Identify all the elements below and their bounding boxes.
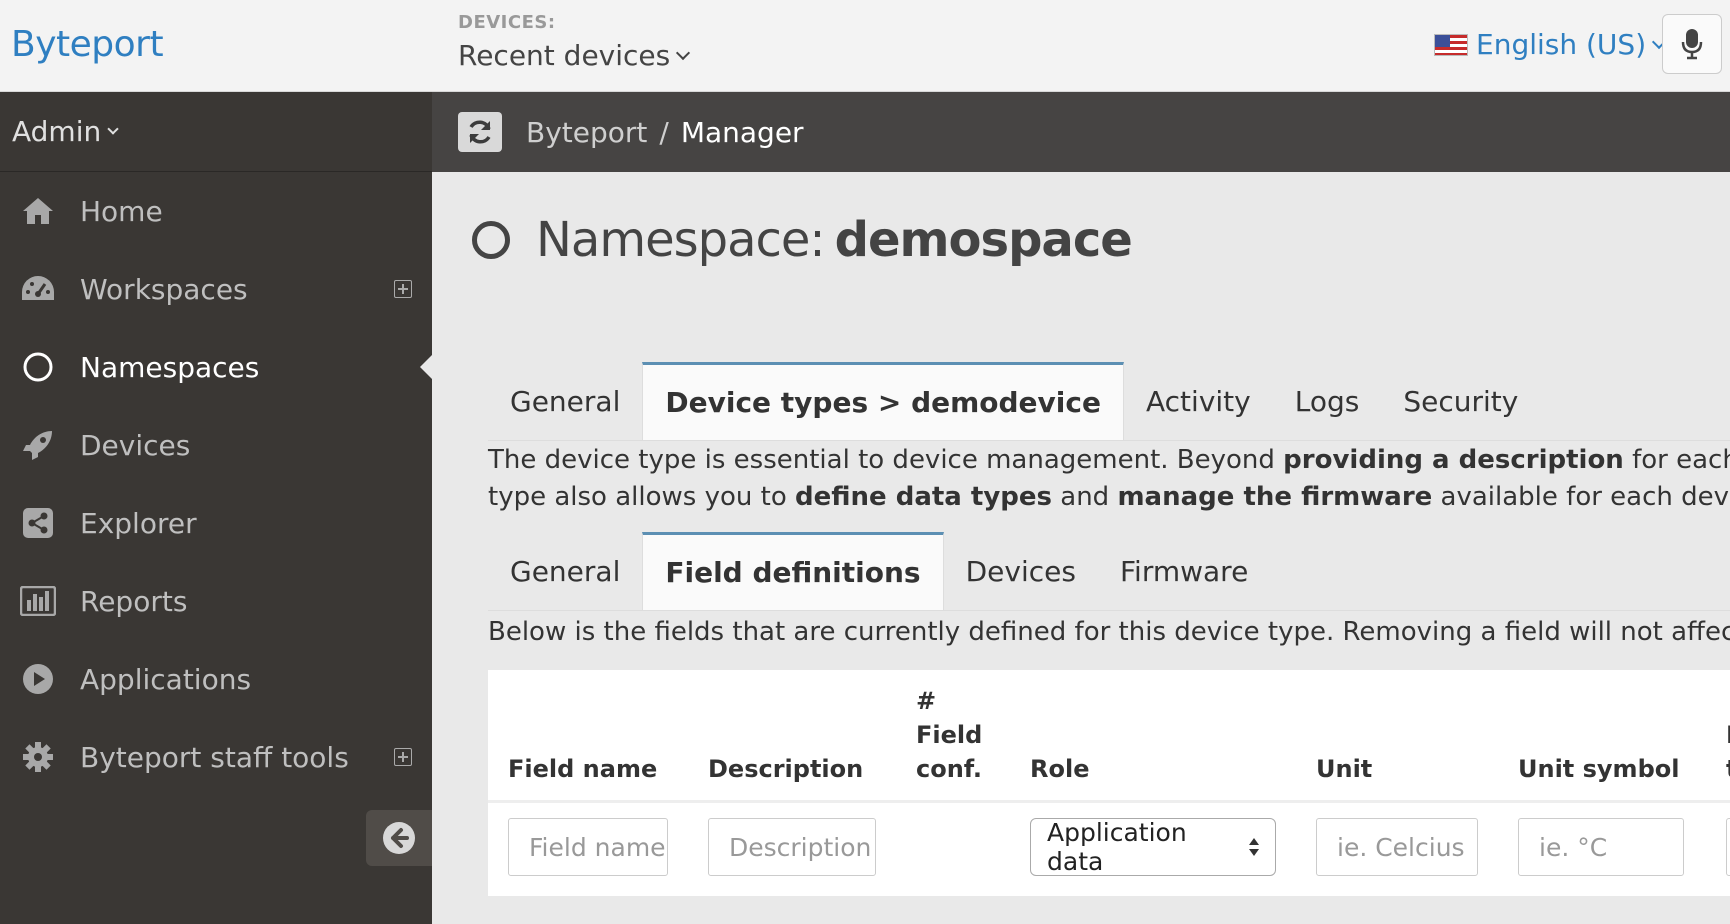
gear-icon <box>20 739 56 775</box>
column-header-field-conf-hash: # <box>916 687 937 715</box>
expand-plus-icon[interactable] <box>394 280 412 298</box>
play-icon <box>20 661 56 697</box>
sidebar-item-label: Explorer <box>80 506 197 540</box>
arrow-left-circle-icon <box>383 822 415 854</box>
column-header-cut-off: I <box>1726 718 1730 752</box>
sidebar-item-reports[interactable]: Reports <box>0 562 432 640</box>
subtab-devices[interactable]: Devices <box>944 532 1098 610</box>
sidebar-item-label: Applications <box>80 662 252 696</box>
subtab-field-definitions[interactable]: Field definitions <box>642 532 944 610</box>
unit-symbol-input[interactable]: ie. °C <box>1518 818 1684 876</box>
breadcrumb-bar: Byteport / Manager <box>432 92 1730 172</box>
collapse-sidebar-button[interactable] <box>366 810 432 866</box>
desc-text: for each device ab <box>1632 445 1730 475</box>
language-dropdown[interactable]: English (US) <box>1434 28 1667 61</box>
recent-devices-label: Recent devices <box>458 39 671 72</box>
rocket-icon <box>20 427 56 463</box>
select-arrows-icon <box>1249 838 1259 856</box>
device-type-description: The device type is essential to device m… <box>488 442 1730 516</box>
sidebar-item-home[interactable]: Home <box>0 172 432 250</box>
dashboard-icon <box>20 271 56 307</box>
page-title: Namespace: demospace <box>472 212 1133 268</box>
circle-icon <box>20 349 56 385</box>
column-header-role: Role <box>1030 755 1090 783</box>
page-title-name: demospace <box>834 212 1133 268</box>
description-input[interactable]: Description <box>708 818 876 876</box>
column-header-cut-off-2: t <box>1726 752 1730 786</box>
sidebar-item-label: Reports <box>80 584 188 618</box>
admin-label: Admin <box>12 115 102 148</box>
column-header-unit-symbol: Unit symbol <box>1518 755 1680 783</box>
sidebar-item-label: Devices <box>80 428 191 462</box>
breadcrumb: Byteport / Manager <box>526 116 804 149</box>
refresh-icon <box>469 120 491 144</box>
devices-label: DEVICES: <box>458 12 556 33</box>
sidebar-item-label: Byteport staff tools <box>80 740 349 774</box>
desc-text: and <box>1052 482 1118 512</box>
sidebar-item-label: Namespaces <box>80 350 260 384</box>
breadcrumb-root[interactable]: Byteport <box>526 116 647 149</box>
desc-bold: providing a description <box>1283 445 1624 475</box>
field-name-input[interactable]: Field name <box>508 818 668 876</box>
refresh-button[interactable] <box>458 112 502 152</box>
role-select-value: Application data <box>1047 818 1187 876</box>
subtab-general[interactable]: General <box>488 532 642 610</box>
brand-logo[interactable]: Byteport <box>11 24 164 65</box>
cut-off-input[interactable] <box>1726 818 1730 876</box>
expand-plus-icon[interactable] <box>394 748 412 766</box>
bar-chart-icon <box>20 583 56 619</box>
tab-activity[interactable]: Activity <box>1124 362 1273 440</box>
sub-tabs: General Field definitions Devices Firmwa… <box>488 532 1270 610</box>
tab-security[interactable]: Security <box>1381 362 1540 440</box>
sidebar-item-explorer[interactable]: Explorer <box>0 484 432 562</box>
role-select[interactable]: Application data <box>1030 818 1276 876</box>
language-label: English (US) <box>1476 28 1647 61</box>
field-definitions-table: Field name Description # Field conf. Rol… <box>488 670 1730 896</box>
fields-description: Below is the fields that are currently d… <box>488 617 1730 647</box>
sidebar-item-applications[interactable]: Applications <box>0 640 432 718</box>
desc-bold: manage the firmware <box>1117 482 1433 512</box>
sidebar-item-workspaces[interactable]: Workspaces <box>0 250 432 328</box>
sidebar-item-namespaces[interactable]: Namespaces <box>0 328 432 406</box>
subtabs-divider <box>488 610 1730 611</box>
recent-devices-dropdown[interactable]: Recent devices <box>458 39 691 72</box>
admin-menu[interactable]: Admin <box>0 92 432 172</box>
desc-text: type also allows you to <box>488 482 795 512</box>
breadcrumb-current: Manager <box>680 115 804 149</box>
table-header-divider <box>488 800 1730 803</box>
column-header-unit: Unit <box>1316 755 1373 783</box>
circle-icon <box>472 221 510 259</box>
tab-device-types[interactable]: Device types > demodevice <box>642 362 1124 440</box>
microphone-button[interactable] <box>1662 14 1722 74</box>
sidebar-item-devices[interactable]: Devices <box>0 406 432 484</box>
home-icon <box>20 193 56 229</box>
chevron-down-icon <box>107 122 119 135</box>
chevron-down-icon <box>676 45 691 60</box>
main-tabs: General Device types > demodevice Activi… <box>488 362 1540 440</box>
column-header-description: Description <box>708 755 864 783</box>
us-flag-icon <box>1434 33 1468 56</box>
share-icon <box>20 505 56 541</box>
sidebar: Admin Home Workspaces Namespaces Devices… <box>0 92 432 924</box>
tab-logs[interactable]: Logs <box>1273 362 1382 440</box>
breadcrumb-separator: / <box>659 115 669 149</box>
desc-text: available for each device. <box>1440 482 1730 512</box>
subtab-firmware[interactable]: Firmware <box>1098 532 1270 610</box>
main-content: Namespace: demospace General Device type… <box>432 172 1730 924</box>
unit-input[interactable]: ie. Celcius <box>1316 818 1478 876</box>
sidebar-item-label: Home <box>80 194 163 228</box>
microphone-icon <box>1681 29 1703 60</box>
sidebar-item-staff-tools[interactable]: Byteport staff tools <box>0 718 432 796</box>
top-bar: Byteport DEVICES: Recent devices English… <box>0 0 1730 92</box>
column-header-field-conf-field: Field <box>916 721 983 749</box>
column-header-field-name: Field name <box>508 755 658 783</box>
desc-bold: define data types <box>795 482 1052 512</box>
sidebar-item-label: Workspaces <box>80 272 248 306</box>
page-title-prefix: Namespace: <box>536 212 826 268</box>
desc-text: The device type is essential to device m… <box>488 445 1284 475</box>
column-header-field-conf-conf: conf. <box>916 755 983 783</box>
devices-picker: DEVICES: Recent devices <box>458 12 691 72</box>
tab-general[interactable]: General <box>488 362 642 440</box>
tabs-divider <box>488 440 1730 441</box>
